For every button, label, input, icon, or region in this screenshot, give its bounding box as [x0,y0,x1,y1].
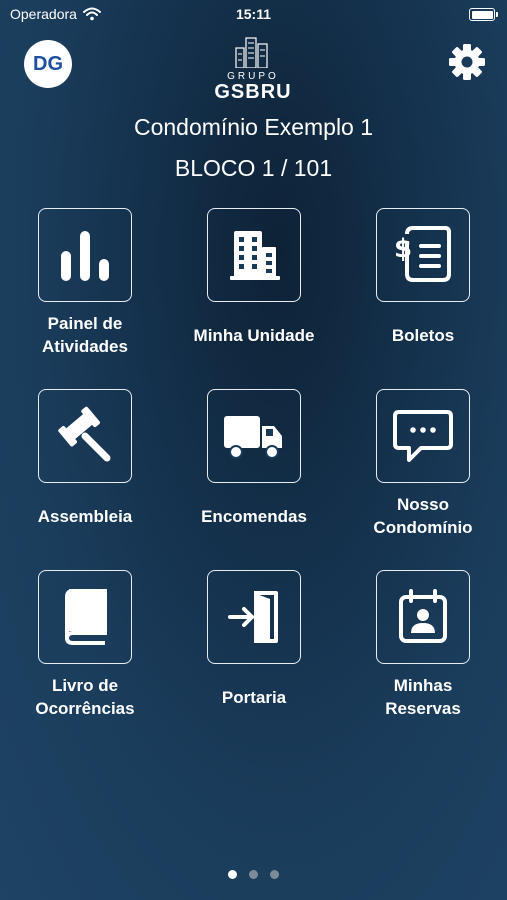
truck-icon [224,416,282,459]
menu-item-minhas-reservas-box[interactable] [376,570,470,664]
chat-icon [393,410,453,462]
menu-item-minha-unidade[interactable]: Minha Unidade [169,208,339,347]
menu-item-label: Minha Unidade [193,326,315,345]
logo-building-icon [235,37,268,69]
avatar-initials: DG [33,52,63,75]
building-icon [230,231,280,280]
menu-item-portaria-box[interactable] [207,570,301,664]
page-dot[interactable] [270,870,279,879]
invoice-icon: $ [394,226,451,282]
menu-item-painel-box[interactable] [38,208,132,302]
gear-icon[interactable] [447,42,487,82]
menu-item-label: Portaria [221,688,287,707]
menu-item-label: Boletos [391,326,455,345]
calendar-person-icon [399,589,447,643]
clock: 15:11 [235,6,272,22]
menu-item-assembleia-box[interactable] [38,389,132,483]
menu-item-portaria[interactable]: Portaria [169,570,339,709]
logo: GRUPO GSBRU [203,34,303,102]
unit-name[interactable]: BLOCO 1 / 101 [0,155,507,182]
page-indicator[interactable] [0,870,507,879]
enter-door-icon [228,591,278,643]
battery-icon [469,8,498,21]
avatar[interactable]: DG [24,40,72,88]
svg-text:$: $ [394,234,412,264]
menu-item-boletos-box[interactable]: $ [376,208,470,302]
menu-item-label: Assembleia [37,507,133,526]
menu-item-livro-ocorrencias[interactable]: Livro de Ocorrências [0,570,170,720]
menu-item-label: Encomendas [201,507,307,526]
menu-item-boletos[interactable]: $ Boletos [338,208,507,347]
menu-item-minhas-reservas[interactable]: Minhas Reservas [338,570,507,720]
page-dot[interactable] [249,870,258,879]
condo-name[interactable]: Condomínio Exemplo 1 [0,114,507,141]
menu-item-encomendas-box[interactable] [207,389,301,483]
gavel-icon [58,406,111,462]
menu-item-nosso-condominio-box[interactable] [376,389,470,483]
menu-item-painel[interactable]: Painel de Atividades [0,208,170,358]
menu-item-label: Minhas Reservas [385,676,461,718]
menu-item-livro-ocorrencias-box[interactable] [38,570,132,664]
menu-item-encomendas[interactable]: Encomendas [169,389,339,528]
menu-item-assembleia[interactable]: Assembleia [0,389,170,528]
menu-item-minha-unidade-box[interactable] [207,208,301,302]
menu-item-nosso-condominio[interactable]: Nosso Condomínio [338,389,507,539]
status-bar: Operadora 15:11 [0,0,507,30]
menu-item-label: Painel de Atividades [42,314,128,356]
bar-chart-icon [61,231,109,281]
page-dot[interactable] [228,870,237,879]
logo-main-text: GSBRU [214,81,292,103]
menu-item-label: Nosso Condomínio [373,495,473,537]
book-icon [64,589,107,645]
menu-item-label: Livro de Ocorrências [35,676,135,718]
